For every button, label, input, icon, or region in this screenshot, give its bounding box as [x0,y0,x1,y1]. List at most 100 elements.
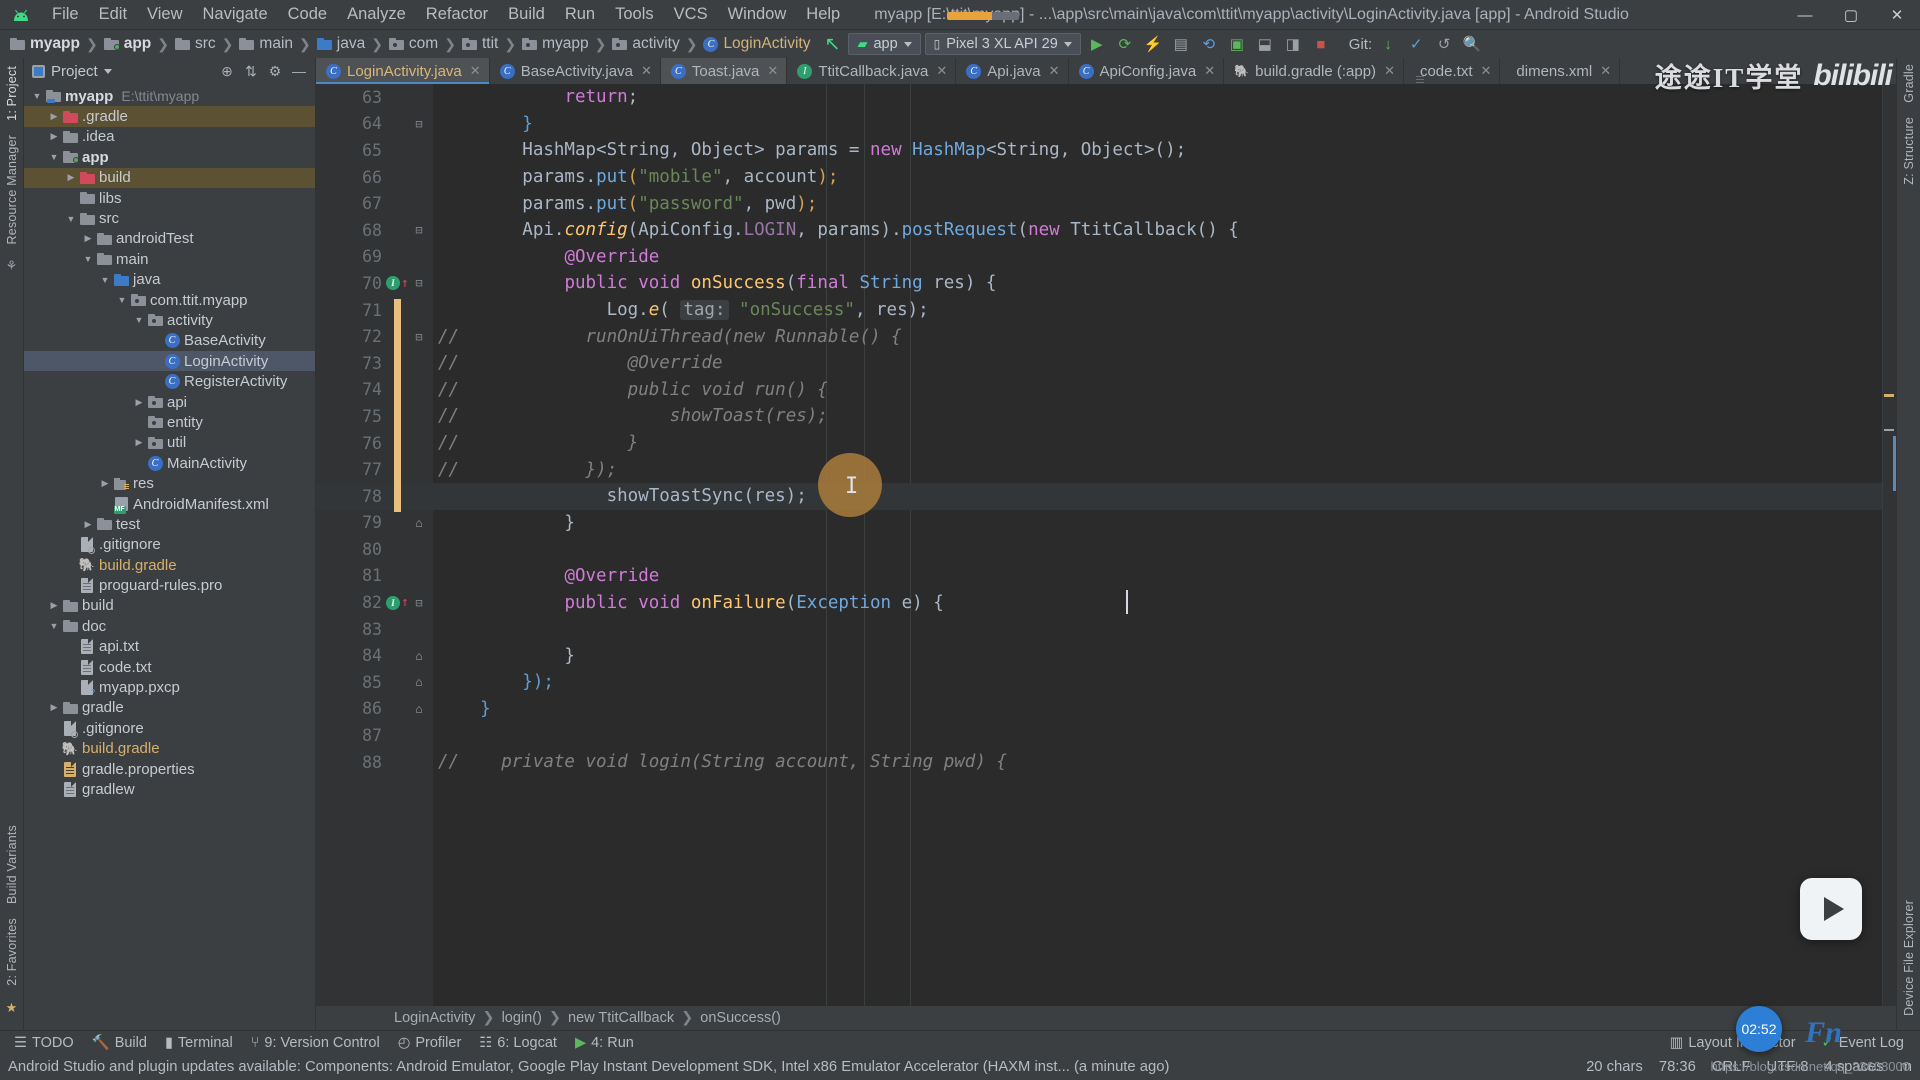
apply-changes-icon[interactable]: ⚡ [1141,32,1165,56]
implements-method-gutter-icon[interactable]: I ↑ [386,276,409,291]
chevron-right-icon[interactable]: ▶ [132,437,146,448]
code-line[interactable]: 80 [316,536,1896,563]
tree-node-doc[interactable]: ▼ doc [24,616,315,636]
code-editor[interactable]: 63 return; 64 ⊟ } 65 HashMap<String, Object… [316,84,1896,1006]
breadcrumb-com[interactable]: com [388,30,438,58]
code-line[interactable]: 77 // }); [316,456,1896,483]
chevron-right-icon[interactable]: ▶ [132,397,146,408]
code-line[interactable]: 69 @Override [316,244,1896,271]
tree-node--gitignore[interactable]: .gitignore [24,718,315,738]
code-fold-end-icon[interactable]: ⌂ [413,675,425,689]
tree-node-test[interactable]: ▶ test [24,514,315,534]
tree-node-build-gradle[interactable]: 🐘 build.gradle [24,555,315,575]
code-line[interactable]: 85 ⌂ }); [316,669,1896,696]
tree-node-code-txt[interactable]: code.txt [24,657,315,677]
code-line[interactable]: 86 ⌂ } [316,696,1896,723]
stop-icon[interactable]: ■ [1309,32,1333,56]
code-fold-collapse-icon[interactable]: ⊟ [413,276,425,290]
code-line[interactable]: 65 HashMap<String, Object> params = new … [316,137,1896,164]
tree-node-api[interactable]: ▶ api [24,392,315,412]
menu-view[interactable]: View [137,0,192,30]
code-review-icon[interactable]: ▤ [1169,32,1193,56]
tree-node-build-gradle[interactable]: 🐘 build.gradle [24,739,315,759]
tool-button-version-control[interactable]: ⑂ 9: Version Control [243,1033,388,1053]
editor-tab-loginactivity-java[interactable]: C LoginActivity.java ✕ [316,58,490,84]
tree-node-mainactivity[interactable]: C MainActivity [24,453,315,473]
tree-node-gradlew[interactable]: gradlew [24,779,315,799]
tree-node-src[interactable]: ▼ src [24,208,315,228]
breadcrumb-callback-method[interactable]: onSuccess() [700,1010,781,1026]
editor-tab-ttitcallback-java[interactable]: I TtitCallback.java ✕ [787,58,957,84]
breadcrumb-src[interactable]: src [175,30,216,58]
menu-vcs[interactable]: VCS [664,0,718,30]
rail-button-build-variants[interactable]: Build Variants [5,825,19,904]
code-fold-collapse-icon[interactable]: ⊟ [413,330,425,344]
tree-node-loginactivity[interactable]: C LoginActivity [24,351,315,372]
menu-tools[interactable]: Tools [605,0,664,30]
code-line[interactable]: 83 [316,616,1896,643]
code-line[interactable]: 68 ⊟ Api.config(ApiConfig.LOGIN, params).… [316,217,1896,244]
menu-edit[interactable]: Edit [89,0,137,30]
code-fold-collapse-icon[interactable]: ⊟ [413,596,425,610]
editor-tab-toast-java[interactable]: C Toast.java ✕ [660,58,788,84]
search-everywhere-icon[interactable]: 🔍 [1460,32,1484,56]
back-arrow-icon[interactable]: ↖ [820,32,844,56]
rail-button-structure[interactable]: Z: Structure [1902,117,1916,185]
scroll-from-source-icon[interactable]: ⊕ [217,61,237,81]
main-menu[interactable]: File Edit View Navigate Code Analyze Ref… [42,0,850,30]
close-tab-icon[interactable]: ✕ [767,63,778,79]
minimize-button[interactable]: — [1782,0,1828,30]
menu-navigate[interactable]: Navigate [193,0,278,30]
breadcrumb-myapp-pkg[interactable]: myapp [522,30,589,58]
tree-node-libs[interactable]: libs [24,188,315,208]
close-tab-icon[interactable]: ✕ [1481,63,1492,79]
chevron-right-icon[interactable]: ▶ [47,131,61,142]
status-message[interactable]: Android Studio and plugin updates availa… [8,1059,1169,1075]
tree-node-activity[interactable]: ▼ activity [24,310,315,330]
tree-node-util[interactable]: ▶ util [24,433,315,453]
tool-button-terminal[interactable]: ▮ Terminal [157,1033,241,1053]
chevron-right-icon[interactable]: ▶ [64,172,78,183]
sync-project-icon[interactable]: ⟲ [1197,32,1221,56]
close-button[interactable]: ✕ [1874,0,1920,30]
code-line[interactable]: 63 return; [316,84,1896,111]
code-line[interactable]: 78 showToastSync(res); [316,482,1896,510]
close-tab-icon[interactable]: ✕ [1204,63,1215,79]
chevron-right-icon[interactable]: ▶ [47,111,61,122]
code-fold-end-icon[interactable]: ⌂ [413,702,425,716]
settings-gear-icon[interactable]: ⚙ [265,61,285,81]
code-fold-end-icon[interactable]: ⌂ [413,516,425,530]
chevron-down-icon[interactable]: ▼ [30,91,44,101]
tree-node-gradle-properties[interactable]: gradle.properties [24,759,315,779]
tree-node-baseactivity[interactable]: C BaseActivity [24,331,315,351]
close-tab-icon[interactable]: ✕ [641,63,652,79]
chevron-down-icon[interactable]: ▼ [98,275,112,285]
chevron-down-icon[interactable]: ▼ [81,254,95,264]
vcs-update-icon[interactable]: ↓ [1376,32,1400,56]
code-line[interactable]: 84 ⌂ } [316,642,1896,669]
editor-tab-code-txt[interactable]: code.txt ✕ [1404,58,1501,84]
tree-node-androidmanifest-xml[interactable]: MF AndroidManifest.xml [24,494,315,514]
tool-button-layout-inspector[interactable]: ▥ Layout Inspector [1662,1033,1804,1053]
tool-button-logcat[interactable]: ☷ 6: Logcat [471,1033,565,1053]
menu-run[interactable]: Run [555,0,605,30]
breadcrumb-myapp[interactable]: myapp [10,30,80,58]
tree-node-app[interactable]: ▼ app [24,147,315,167]
run-icon[interactable]: ▶ [1085,32,1109,56]
close-tab-icon[interactable]: ✕ [1049,63,1060,79]
chevron-right-icon[interactable]: ▶ [47,702,61,713]
vcs-history-icon[interactable]: ↺ [1432,32,1456,56]
menu-refactor[interactable]: Refactor [416,0,498,30]
rail-button-project[interactable]: 1: Project [5,66,19,121]
tree-node-myapp-pxcp[interactable]: ? myapp.pxcp [24,677,315,697]
close-tab-icon[interactable]: ✕ [470,63,481,79]
tree-node-build[interactable]: ▶ build [24,596,315,616]
profiler-icon[interactable]: ◨ [1281,32,1305,56]
breadcrumb-method[interactable]: login() [502,1010,542,1026]
vcs-change-marker[interactable] [394,298,401,512]
editor-tab-bar[interactable]: C LoginActivity.java ✕ C BaseActivity.java ✕ C… [316,58,1896,84]
editor-tab-build-gradle-app-[interactable]: 🐘 build.gradle (:app) ✕ [1224,58,1404,84]
chevron-right-icon[interactable]: ▶ [98,478,112,489]
close-tab-icon[interactable]: ✕ [936,63,947,79]
code-line[interactable]: 81 @Override [316,563,1896,590]
